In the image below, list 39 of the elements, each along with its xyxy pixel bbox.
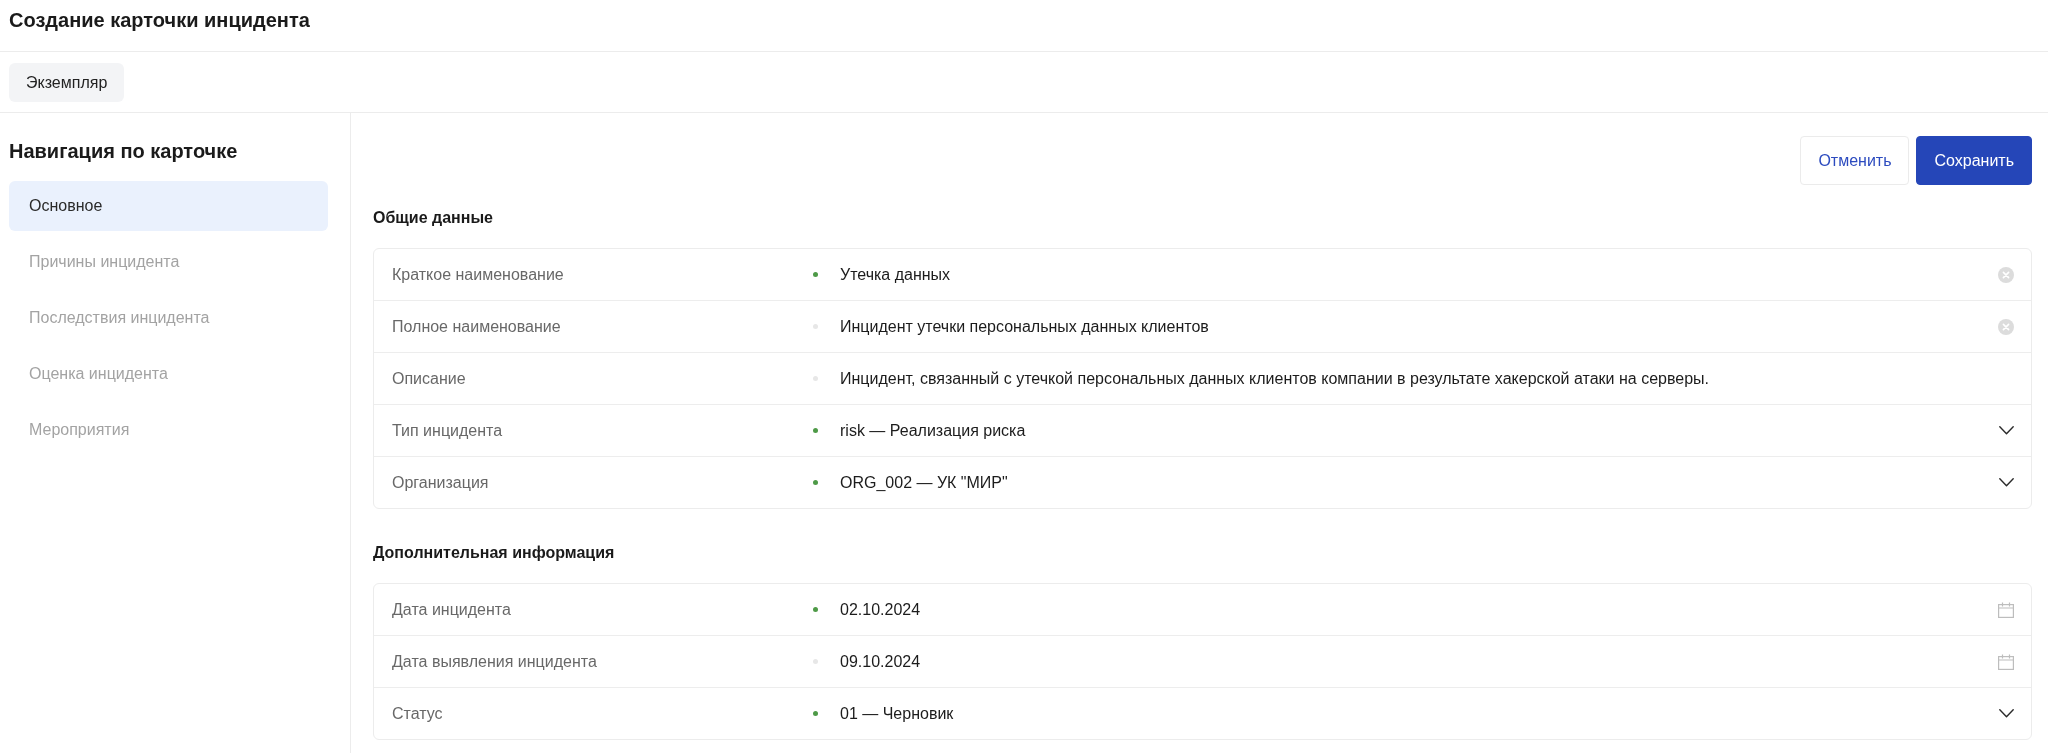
date-field[interactable]: 02.10.2024 (840, 584, 2014, 635)
date-field[interactable]: 09.10.2024 (840, 636, 2014, 687)
field-value: Инцидент, связанный с утечкой персональных данных клиентов компании в результате хакерской атаки на серверы. (840, 369, 1709, 388)
text-area[interactable]: Инцидент, связанный с утечкой персональных данных клиентов компании в результате хакерской атаки на серверы. (840, 353, 2014, 404)
dropdown[interactable]: ORG_002 — УК "МИР" (840, 457, 2014, 508)
text-field[interactable]: Инцидент утечки персональных данных клиентов (840, 301, 2014, 352)
nav-item[interactable]: Основное (9, 181, 328, 231)
field-value: risk — Реализация риска (840, 421, 1026, 440)
field-value: 02.10.2024 (840, 600, 921, 619)
calendar-icon (1998, 601, 2014, 618)
calendar-icon (1998, 653, 2014, 670)
section-title: Дополнительная информация (373, 543, 615, 563)
save-button[interactable]: Сохранить (1916, 136, 2032, 185)
chevron-down-icon (1999, 426, 2014, 435)
field-value: Инцидент утечки персональных данных клиентов (840, 317, 1209, 336)
tab[interactable]: Экземпляр (9, 63, 125, 102)
field-label: Дата выявления инцидента (392, 652, 598, 671)
field-value: 09.10.2024 (840, 652, 921, 671)
field-value: 01 — Черновик (840, 704, 954, 723)
clear-icon (1998, 318, 2014, 335)
field-value: ORG_002 — УК "МИР" (840, 473, 1008, 492)
chevron-down-icon (1999, 478, 2014, 487)
section-title: Общие данные (373, 208, 493, 228)
field-label: Дата инцидента (392, 600, 512, 619)
field-label: Организация (392, 473, 490, 492)
sidebar-title: Навигация по карточке (9, 139, 239, 164)
dropdown[interactable]: risk — Реализация риска (840, 405, 2014, 456)
field-label: Описание (392, 369, 467, 388)
text-field[interactable]: Утечка данных (840, 249, 2014, 300)
field-label: Тип инцидента (392, 421, 504, 440)
dropdown[interactable]: 01 — Черновик (840, 688, 2014, 739)
page-title: Создание карточки инцидента (9, 8, 310, 33)
field-label: Краткое наименование (392, 265, 565, 284)
clear-icon (1998, 266, 2014, 283)
field-value: Утечка данных (840, 265, 951, 284)
field-label: Статус (392, 704, 444, 723)
cancel-button[interactable]: Отменить (1800, 136, 1910, 185)
field-label: Полное наименование (392, 317, 562, 336)
chevron-down-icon (1999, 709, 2014, 718)
